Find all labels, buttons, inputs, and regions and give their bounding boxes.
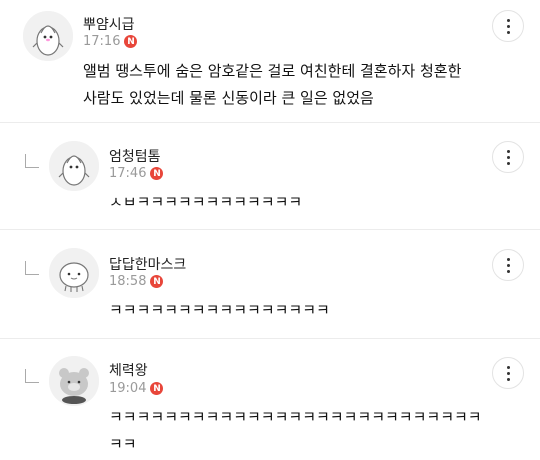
more-vertical-icon [506, 18, 510, 22]
more-options-button[interactable] [492, 10, 524, 42]
avatar[interactable] [49, 356, 99, 406]
avatar[interactable] [49, 141, 99, 191]
comment-username[interactable]: 체력왕 [109, 360, 148, 380]
comment-meta: 17:46 N [109, 166, 164, 181]
avatar[interactable] [49, 248, 99, 298]
new-badge: N [124, 35, 138, 48]
comment-time: 17:46 [109, 166, 147, 181]
blob-avatar-icon [49, 248, 99, 298]
bear-avatar-icon [49, 356, 99, 406]
comment-username[interactable]: 답답한마스크 [109, 254, 186, 274]
more-options-button[interactable] [492, 249, 524, 281]
comment-time: 19:04 [109, 381, 147, 396]
comment-text-line: 앨범 땡스투에 숨은 암호같은 걸로 여친한테 결혼하자 청혼한 [83, 62, 462, 80]
comment-item: 뿌얌시급 17:16 N 앨범 땡스투에 숨은 암호같은 걸로 여친한테 결혼하… [0, 0, 540, 122]
penguin-avatar-icon [49, 141, 99, 191]
more-vertical-icon [506, 149, 510, 153]
new-badge: N [150, 167, 164, 180]
comment-meta: 19:04 N [109, 381, 164, 396]
comment-text-line: ㅋㅋㅋㅋㅋㅋㅋㅋㅋㅋㅋㅋㅋㅋㅋㅋㅋㅋㅋㅋㅋㅋㅋㅋㅋㅋㅋ [109, 408, 482, 426]
more-options-button[interactable] [492, 141, 524, 173]
reply-item: 답답한마스크 18:58 N ㅋㅋㅋㅋㅋㅋㅋㅋㅋㅋㅋㅋㅋㅋㅋㅋ [0, 230, 540, 338]
comment-text: 앨범 땡스투에 숨은 암호같은 걸로 여친한테 결혼하자 청혼한 사람도 있었는… [83, 58, 461, 112]
comment-text-line: 사람도 있었는데 물론 신동이라 큰 일은 없었음 [83, 89, 374, 107]
reply-item: 엄청텀톰 17:46 N ㅅㅂㅋㅋㅋㅋㅋㅋㅋㅋㅋㅋㅋㅋ [0, 123, 540, 229]
reply-arrow-icon [25, 369, 39, 383]
comment-username[interactable]: 뿌얌시급 [83, 14, 135, 34]
comment-text: ㅋㅋㅋㅋㅋㅋㅋㅋㅋㅋㅋㅋㅋㅋㅋㅋㅋㅋㅋㅋㅋㅋㅋㅋㅋㅋㅋ ㅋㅋ [109, 404, 482, 458]
comment-meta: 18:58 N [109, 274, 164, 289]
comment-text-line: ㅋㅋㅋㅋㅋㅋㅋㅋㅋㅋㅋㅋㅋㅋㅋㅋ [109, 301, 330, 319]
comment-text-line: ㅋㅋ [109, 435, 137, 453]
comment-username[interactable]: 엄청텀톰 [109, 146, 161, 166]
penguin-avatar-icon [23, 11, 73, 61]
avatar[interactable] [23, 11, 73, 61]
comment-text: ㅅㅂㅋㅋㅋㅋㅋㅋㅋㅋㅋㅋㅋㅋ [109, 189, 302, 216]
comment-text-line: ㅅㅂㅋㅋㅋㅋㅋㅋㅋㅋㅋㅋㅋㅋ [109, 193, 303, 211]
new-badge: N [150, 275, 164, 288]
reply-arrow-icon [25, 154, 39, 168]
more-vertical-icon [506, 365, 510, 369]
reply-arrow-icon [25, 261, 39, 275]
reply-item: 체력왕 19:04 N ㅋㅋㅋㅋㅋㅋㅋㅋㅋㅋㅋㅋㅋㅋㅋㅋㅋㅋㅋㅋㅋㅋㅋㅋㅋㅋㅋ … [0, 339, 540, 460]
comment-meta: 17:16 N [83, 34, 138, 49]
comment-time: 18:58 [109, 274, 147, 289]
new-badge: N [150, 382, 164, 395]
more-options-button[interactable] [492, 357, 524, 389]
comment-time: 17:16 [83, 34, 121, 49]
comment-text: ㅋㅋㅋㅋㅋㅋㅋㅋㅋㅋㅋㅋㅋㅋㅋㅋ [109, 297, 330, 324]
more-vertical-icon [506, 257, 510, 261]
